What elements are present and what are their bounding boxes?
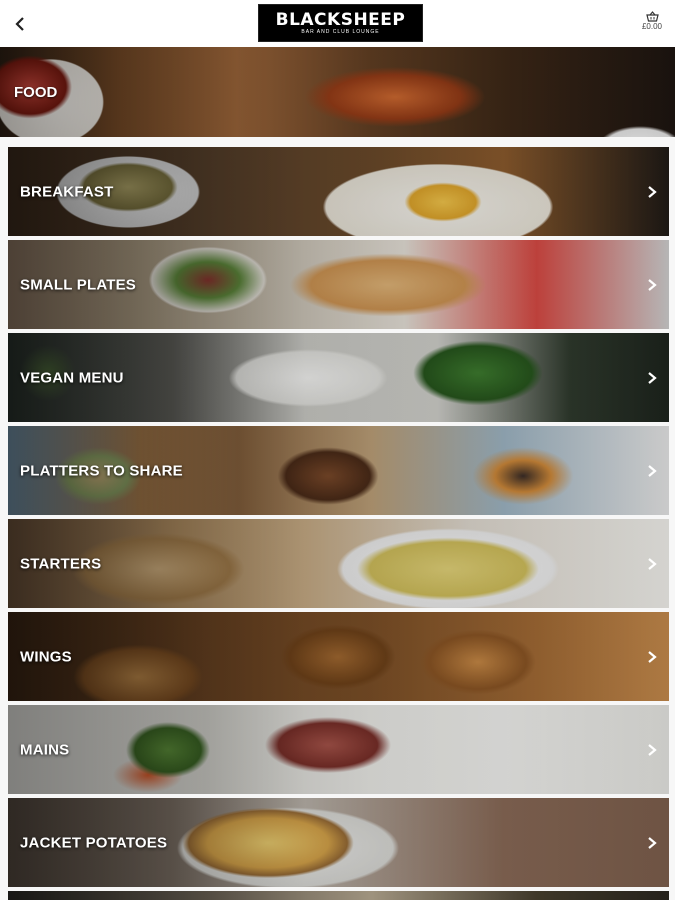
category-label: SMALL PLATES	[20, 276, 137, 293]
chevron-right-icon	[648, 371, 657, 384]
logo-tagline: BAR AND CLUB LOUNGE	[301, 28, 380, 35]
category-row-wings[interactable]: WINGS	[8, 612, 669, 701]
basket-total: £0.00	[641, 22, 663, 31]
category-list: BREAKFAST SMALL PLATES VEGAN MENU PLATTE…	[0, 137, 675, 900]
back-button[interactable]	[8, 11, 32, 37]
category-row-breakfast[interactable]: BREAKFAST	[8, 147, 669, 236]
row-overlay	[8, 705, 669, 794]
basket-button[interactable]: £0.00	[637, 11, 667, 37]
category-label: WINGS	[20, 648, 72, 665]
food-banner: FOOD	[0, 47, 675, 137]
chevron-right-icon	[648, 650, 657, 663]
brand-logo[interactable]: BLACKSHEEP BAR AND CLUB LOUNGE	[258, 4, 423, 42]
chevron-left-icon	[15, 17, 24, 31]
chevron-right-icon	[648, 185, 657, 198]
logo-wordmark: BLACKSHEEP	[275, 9, 406, 30]
category-row-mains[interactable]: MAINS	[8, 705, 669, 794]
category-label: VEGAN MENU	[20, 369, 124, 386]
category-row-partial[interactable]	[8, 891, 669, 900]
top-bar: BLACKSHEEP BAR AND CLUB LOUNGE £0.00	[0, 0, 675, 47]
row-overlay	[8, 891, 669, 900]
category-label: JACKET POTATOES	[20, 834, 168, 851]
page-title: FOOD	[14, 84, 58, 101]
chevron-right-icon	[648, 464, 657, 477]
category-label: BREAKFAST	[20, 183, 114, 200]
chevron-right-icon	[648, 836, 657, 849]
category-row-starters[interactable]: STARTERS	[8, 519, 669, 608]
row-overlay	[8, 612, 669, 701]
category-label: MAINS	[20, 741, 70, 758]
banner-overlay	[0, 47, 675, 137]
category-row-jacket-potatoes[interactable]: JACKET POTATOES	[8, 798, 669, 887]
chevron-right-icon	[648, 557, 657, 570]
chevron-right-icon	[648, 278, 657, 291]
category-row-platters-to-share[interactable]: PLATTERS TO SHARE	[8, 426, 669, 515]
chevron-right-icon	[648, 743, 657, 756]
category-row-small-plates[interactable]: SMALL PLATES	[8, 240, 669, 329]
category-label: STARTERS	[20, 555, 102, 572]
basket-icon	[645, 11, 659, 22]
category-label: PLATTERS TO SHARE	[20, 462, 183, 479]
row-overlay	[8, 519, 669, 608]
category-row-vegan-menu[interactable]: VEGAN MENU	[8, 333, 669, 422]
